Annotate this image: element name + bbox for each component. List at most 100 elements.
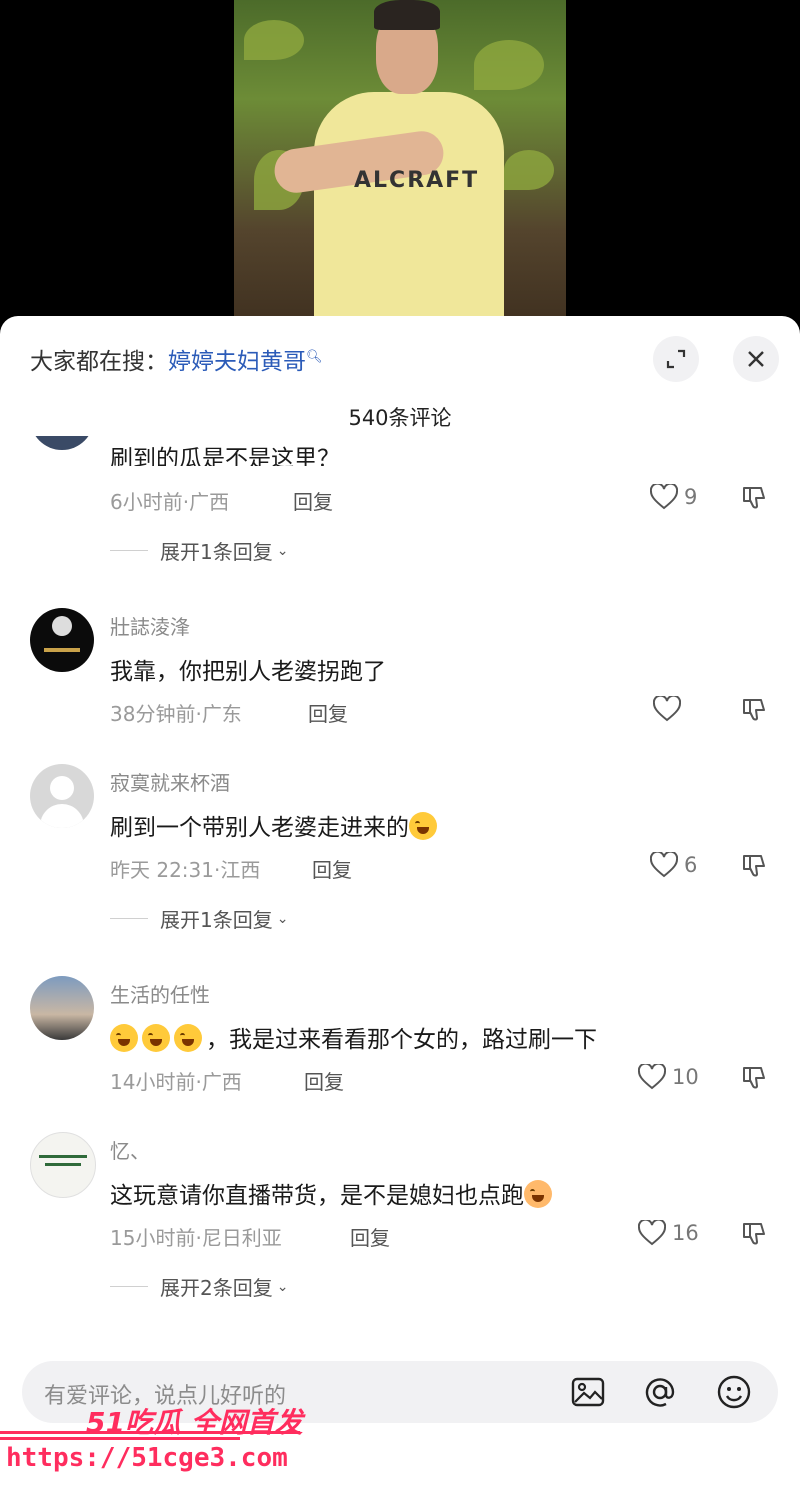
comment-meta: 昨天 22:31·江西 (110, 858, 261, 882)
expand-button[interactable] (653, 336, 699, 382)
expand-replies-button[interactable]: 展开2条回复 ⌄ (110, 1272, 288, 1301)
avatar[interactable] (30, 1132, 96, 1198)
watermark-brand: 51吃瓜 全网首发 (86, 1406, 303, 1439)
laugh-cry-emoji-icon (174, 1024, 202, 1052)
comment-text-body: 这玩意请你直播带货，是不是媳妇也点跑 (110, 1183, 524, 1209)
chevron-down-icon: ⌄ (276, 910, 289, 927)
comment-username[interactable]: 忆、 (110, 1135, 150, 1164)
watermark-underline (0, 1437, 240, 1440)
avatar-decoration (45, 1163, 81, 1166)
heart-icon (650, 484, 678, 510)
comment-time: 15小时前 (110, 1226, 196, 1250)
comment-text: 我靠，你把别人老婆拐跑了 (110, 659, 386, 685)
leaf-decoration (474, 40, 544, 90)
reply-button[interactable]: 回复 (312, 854, 352, 883)
comment-location: 尼日利亚 (201, 1226, 282, 1250)
comment-sheet: 大家都在搜：婷婷夫妇黄哥🔍︎ 540条评论 刷到的瓜是不是这里？ 6小时前·广西… (0, 316, 800, 1497)
watermark-underline (0, 1431, 300, 1434)
comment-time: 6小时前 (110, 490, 183, 514)
avatar[interactable] (30, 436, 94, 450)
expand-icon (666, 349, 686, 369)
reply-button[interactable]: 回复 (304, 1066, 344, 1095)
avatar[interactable] (30, 976, 94, 1040)
divider-line (110, 1286, 148, 1287)
dislike-icon[interactable] (740, 696, 768, 724)
avatar-decoration (44, 648, 80, 652)
mention-icon[interactable] (642, 1374, 678, 1410)
comment-item: 壯誌淩浲 我靠，你把别人老婆拐跑了 38分钟前·广东 回复 (0, 606, 800, 736)
expand-replies-label: 展开1条回复 (160, 908, 273, 932)
avatar-decoration (52, 616, 72, 636)
person-hair (374, 0, 440, 30)
comment-meta: 15小时前·尼日利亚 (110, 1226, 282, 1250)
comment-item: 生活的任性 ，我是过来看看那个女的，路过刷一下 14小时前·广西 回复 10 (0, 974, 800, 1104)
heart-icon (638, 1220, 666, 1246)
comment-location: 广西 (201, 1070, 242, 1094)
like-count: 16 (672, 1221, 699, 1245)
laugh-cry-emoji-icon (409, 812, 437, 840)
heart-icon (650, 852, 678, 878)
comment-item: 寂寞就来杯酒 刷到一个带别人老婆走进来的 昨天 22:31·江西 回复 6 展开… (0, 762, 800, 942)
comment-time: 14小时前 (110, 1070, 196, 1094)
video-frame: ALCRAFT (234, 0, 566, 330)
comment-text: ，我是过来看看那个女的，路过刷一下 (110, 1020, 597, 1054)
comment-location: 广西 (189, 490, 230, 514)
expand-replies-label: 展开1条回复 (160, 540, 273, 564)
leaf-decoration (504, 150, 554, 190)
comment-item: 刷到的瓜是不是这里？ 6小时前·广西 回复 9 展开1条回复 ⌄ (0, 436, 800, 586)
emoji-icon[interactable] (716, 1374, 752, 1410)
heart-icon (653, 696, 681, 722)
like-count: 6 (684, 853, 698, 877)
search-suggestion[interactable]: 大家都在搜：婷婷夫妇黄哥🔍︎ (30, 342, 323, 376)
avatar-decoration (39, 1155, 87, 1158)
image-icon[interactable] (570, 1374, 606, 1410)
reply-button[interactable]: 回复 (293, 486, 333, 515)
avatar-placeholder-head (50, 776, 74, 800)
close-icon (748, 351, 764, 367)
video-player[interactable]: ALCRAFT (0, 0, 800, 330)
like-button[interactable]: 9 (650, 484, 697, 510)
comment-location: 江西 (220, 858, 261, 882)
comment-username[interactable]: 壯誌淩浲 (110, 611, 190, 640)
heart-icon (638, 1064, 666, 1090)
comment-meta: 14小时前·广西 (110, 1070, 242, 1094)
comment-time: 38分钟前 (110, 702, 196, 726)
like-count: 10 (672, 1065, 699, 1089)
comment-username[interactable]: 寂寞就来杯酒 (110, 767, 230, 796)
expand-replies-button[interactable]: 展开1条回复 ⌄ (110, 904, 288, 933)
like-button[interactable]: 16 (638, 1220, 699, 1246)
comment-count-title: 540条评论 (348, 406, 452, 430)
dislike-icon[interactable] (740, 1064, 768, 1092)
like-button[interactable]: 6 (650, 852, 697, 878)
reply-button[interactable]: 回复 (308, 698, 348, 727)
search-icon: 🔍︎ (306, 349, 323, 365)
leaf-decoration (244, 20, 304, 60)
divider-line (110, 918, 148, 919)
like-button[interactable] (653, 696, 687, 722)
avatar-placeholder-body (40, 804, 84, 828)
like-count: 9 (684, 485, 698, 509)
comment-text: 刷到一个带别人老婆走进来的 (110, 808, 441, 842)
reply-button[interactable]: 回复 (350, 1222, 390, 1251)
person-body (314, 92, 504, 330)
comment-item: 忆、 这玩意请你直播带货，是不是媳妇也点跑 15小时前·尼日利亚 回复 16 展… (0, 1130, 800, 1310)
close-button[interactable] (733, 336, 779, 382)
like-button[interactable]: 10 (638, 1064, 699, 1090)
chevron-down-icon: ⌄ (276, 542, 289, 559)
dislike-icon[interactable] (740, 852, 768, 880)
avatar[interactable] (30, 608, 94, 672)
dislike-icon[interactable] (740, 1220, 768, 1248)
shirt-text: ALCRAFT (354, 168, 480, 193)
avatar[interactable] (30, 764, 94, 828)
comment-time: 昨天 22:31 (110, 858, 214, 882)
dislike-icon[interactable] (740, 484, 768, 512)
expand-replies-button[interactable]: 展开1条回复 ⌄ (110, 536, 288, 565)
search-term-link[interactable]: 婷婷夫妇黄哥 (168, 349, 306, 375)
laugh-cry-emoji-icon (142, 1024, 170, 1052)
comment-meta: 6小时前·广西 (110, 490, 230, 514)
comment-text-body: ，我是过来看看那个女的，路过刷一下 (206, 1027, 597, 1053)
comment-meta: 38分钟前·广东 (110, 702, 242, 726)
comment-username[interactable]: 生活的任性 (110, 979, 210, 1008)
blush-emoji-icon (524, 1180, 552, 1208)
search-prefix: 大家都在搜： (30, 349, 168, 375)
